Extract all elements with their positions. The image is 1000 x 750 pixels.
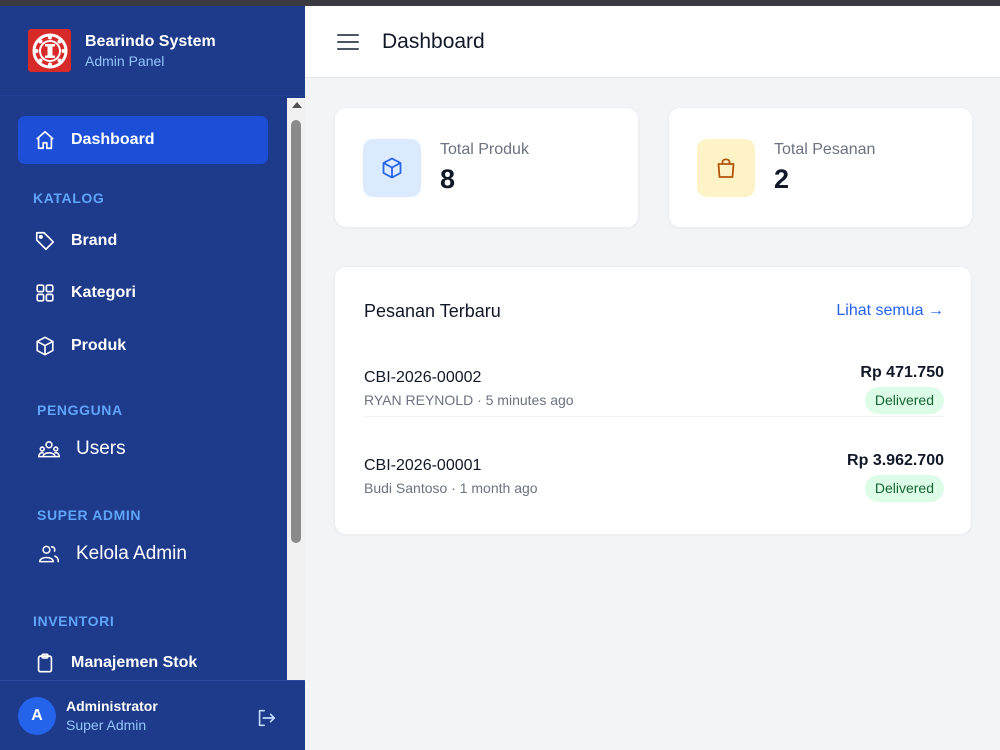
stat-card-total-produk[interactable]: Total Produk 8 <box>334 107 639 228</box>
shopping-bag-icon <box>697 138 755 197</box>
recent-orders-card: Pesanan Terbaru Lihat semua → CBI-2026-0… <box>334 266 972 535</box>
sidebar-item-kelola-admin[interactable]: Kelola Admin <box>18 530 268 578</box>
brand-logo-icon <box>28 29 71 72</box>
section-inventori: INVENTORI <box>33 613 115 629</box>
sidebar-item-label: Kelola Admin <box>76 543 187 564</box>
top-header: Dashboard <box>305 6 1000 78</box>
brand-subtitle: Admin Panel <box>85 52 165 69</box>
user-name: Administrator <box>66 697 158 714</box>
order-row[interactable]: CBI-2026-00001 Budi Santoso · 1 month ag… <box>364 435 944 505</box>
users-icon <box>38 438 60 460</box>
sidebar-nav: Dashboard KATALOG Brand Kategori Produk … <box>0 98 287 680</box>
tag-icon <box>34 230 56 252</box>
scroll-up-arrow-icon[interactable] <box>292 102 302 108</box>
sidebar: Bearindo System Admin Panel Dashboard KA… <box>0 6 305 750</box>
section-katalog: KATALOG <box>33 190 105 206</box>
scrollbar-thumb[interactable] <box>291 120 301 543</box>
sidebar-item-users[interactable]: Users <box>18 425 268 473</box>
brand-header[interactable]: Bearindo System Admin Panel <box>0 6 305 96</box>
sidebar-item-label: Kategori <box>71 284 136 301</box>
sidebar-item-kategori[interactable]: Kategori <box>18 269 268 317</box>
section-super-admin: SUPER ADMIN <box>37 507 142 523</box>
stat-label: Total Produk <box>440 140 529 158</box>
cube-icon <box>363 138 421 197</box>
sidebar-item-label: Users <box>76 438 126 459</box>
user-group-icon <box>38 543 60 565</box>
order-meta: RYAN REYNOLD · 5 minutes ago <box>364 392 574 408</box>
cube-icon <box>34 335 56 357</box>
home-icon <box>34 129 56 151</box>
see-all-link[interactable]: Lihat semua → <box>836 302 944 320</box>
status-badge: Delivered <box>864 387 944 414</box>
sidebar-item-dashboard[interactable]: Dashboard <box>18 116 268 164</box>
page-title: Dashboard <box>382 29 485 53</box>
order-meta: Budi Santoso · 1 month ago <box>364 480 538 496</box>
recent-orders-title: Pesanan Terbaru <box>364 301 501 321</box>
stat-label: Total Pesanan <box>774 140 876 158</box>
order-amount: Rp 471.750 <box>860 364 944 381</box>
order-row[interactable]: CBI-2026-00002 RYAN REYNOLD · 5 minutes … <box>364 347 944 417</box>
order-id: CBI-2026-00002 <box>364 369 482 386</box>
grid-icon <box>34 282 56 304</box>
user-role: Super Admin <box>66 716 147 733</box>
hamburger-menu-icon[interactable] <box>337 31 359 53</box>
order-amount: Rp 3.962.700 <box>847 452 944 469</box>
user-profile-bar: A Administrator Super Admin <box>0 680 305 750</box>
brand-title: Bearindo System <box>85 32 216 50</box>
sidebar-item-label: Dashboard <box>71 131 155 148</box>
sidebar-scrollbar[interactable] <box>287 98 305 680</box>
sidebar-item-label: Brand <box>71 232 118 249</box>
stat-value: 8 <box>440 163 456 194</box>
clipboard-icon <box>34 652 56 674</box>
section-pengguna: PENGGUNA <box>37 402 123 418</box>
order-id: CBI-2026-00001 <box>364 457 482 474</box>
sidebar-item-label: Manajemen Stok <box>71 654 198 671</box>
sidebar-item-brand[interactable]: Brand <box>18 217 268 265</box>
status-badge: Delivered <box>864 475 944 502</box>
avatar[interactable]: A <box>18 696 56 735</box>
sidebar-item-manajemen-stok[interactable]: Manajemen Stok <box>18 639 268 680</box>
stat-card-total-pesanan[interactable]: Total Pesanan 2 <box>668 107 973 228</box>
sidebar-item-produk[interactable]: Produk <box>18 322 268 370</box>
logout-icon[interactable] <box>255 707 277 729</box>
sidebar-item-label: Produk <box>71 337 127 354</box>
stat-value: 2 <box>774 163 790 194</box>
